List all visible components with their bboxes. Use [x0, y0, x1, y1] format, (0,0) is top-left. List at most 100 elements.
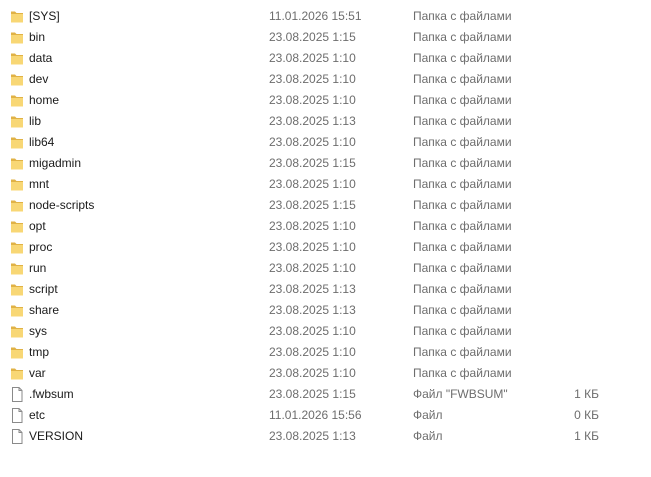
file-name[interactable]: bin: [29, 30, 45, 44]
file-type: Папка с файлами: [413, 135, 512, 149]
file-type: Папка с файлами: [413, 9, 512, 23]
file-date: 11.01.2026 15:56: [269, 408, 362, 422]
file-row[interactable]: migadmin 23.08.2025 1:15 Папка с файлами: [0, 153, 651, 174]
file-name[interactable]: tmp: [29, 345, 49, 359]
file-type: Файл "FWBSUM": [413, 387, 508, 401]
file-name[interactable]: opt: [29, 219, 46, 233]
file-name[interactable]: data: [29, 51, 52, 65]
file-type: Папка с файлами: [413, 51, 512, 65]
file-name[interactable]: migadmin: [29, 156, 81, 170]
file-row[interactable]: script 23.08.2025 1:13 Папка с файлами: [0, 279, 651, 300]
file-row[interactable]: VERSION 23.08.2025 1:13 Файл 1 КБ: [0, 426, 651, 447]
file-date: 23.08.2025 1:10: [269, 324, 356, 338]
folder-icon: [11, 11, 23, 23]
file-row[interactable]: lib64 23.08.2025 1:10 Папка с файлами: [0, 132, 651, 153]
file-type: Папка с файлами: [413, 240, 512, 254]
folder-icon: [11, 200, 23, 212]
file-name[interactable]: script: [29, 282, 58, 296]
folder-icon: [11, 347, 23, 359]
file-name[interactable]: mnt: [29, 177, 49, 191]
file-row[interactable]: etc 11.01.2026 15:56 Файл 0 КБ: [0, 405, 651, 426]
file-name[interactable]: etc: [29, 408, 45, 422]
file-row[interactable]: var 23.08.2025 1:10 Папка с файлами: [0, 363, 651, 384]
file-type: Папка с файлами: [413, 282, 512, 296]
folder-icon: [11, 53, 23, 65]
file-name[interactable]: dev: [29, 72, 48, 86]
folder-icon: [11, 158, 23, 170]
file-date: 23.08.2025 1:15: [269, 156, 356, 170]
file-type: Папка с файлами: [413, 72, 512, 86]
file-row[interactable]: .fwbsum 23.08.2025 1:15 Файл "FWBSUM" 1 КБ: [0, 384, 651, 405]
folder-icon: [11, 32, 23, 44]
file-row[interactable]: opt 23.08.2025 1:10 Папка с файлами: [0, 216, 651, 237]
folder-icon: [11, 368, 23, 380]
file-row[interactable]: home 23.08.2025 1:10 Папка с файлами: [0, 90, 651, 111]
file-name[interactable]: .fwbsum: [29, 387, 74, 401]
file-type: Папка с файлами: [413, 345, 512, 359]
folder-icon: [11, 326, 23, 338]
folder-icon: [11, 305, 23, 317]
file-row[interactable]: run 23.08.2025 1:10 Папка с файлами: [0, 258, 651, 279]
file-type: Папка с файлами: [413, 303, 512, 317]
file-date: 23.08.2025 1:10: [269, 345, 356, 359]
folder-icon: [11, 116, 23, 128]
file-row[interactable]: share 23.08.2025 1:13 Папка с файлами: [0, 300, 651, 321]
file-row[interactable]: mnt 23.08.2025 1:10 Папка с файлами: [0, 174, 651, 195]
folder-icon: [11, 95, 23, 107]
file-row[interactable]: dev 23.08.2025 1:10 Папка с файлами: [0, 69, 651, 90]
file-row[interactable]: proc 23.08.2025 1:10 Папка с файлами: [0, 237, 651, 258]
file-date: 11.01.2026 15:51: [269, 9, 362, 23]
file-type: Папка с файлами: [413, 177, 512, 191]
file-list: [SYS] 11.01.2026 15:51 Папка с файлами bin 2…: [0, 6, 651, 447]
file-icon: [12, 387, 23, 402]
folder-icon: [11, 263, 23, 275]
file-row[interactable]: sys 23.08.2025 1:10 Папка с файлами: [0, 321, 651, 342]
file-type: Файл: [413, 429, 443, 443]
file-name[interactable]: var: [29, 366, 46, 380]
file-type: Папка с файлами: [413, 198, 512, 212]
file-row[interactable]: data 23.08.2025 1:10 Папка с файлами: [0, 48, 651, 69]
file-date: 23.08.2025 1:13: [269, 282, 356, 296]
file-date: 23.08.2025 1:10: [269, 177, 356, 191]
file-row[interactable]: [SYS] 11.01.2026 15:51 Папка с файлами: [0, 6, 651, 27]
file-date: 23.08.2025 1:15: [269, 387, 356, 401]
file-date: 23.08.2025 1:13: [269, 303, 356, 317]
file-type: Папка с файлами: [413, 366, 512, 380]
file-row[interactable]: bin 23.08.2025 1:15 Папка с файлами: [0, 27, 651, 48]
file-date: 23.08.2025 1:15: [269, 198, 356, 212]
folder-icon: [11, 284, 23, 296]
file-name[interactable]: lib64: [29, 135, 54, 149]
file-name[interactable]: VERSION: [29, 429, 83, 443]
folder-icon: [11, 179, 23, 191]
folder-icon: [11, 137, 23, 149]
file-icon: [12, 408, 23, 423]
file-name[interactable]: [SYS]: [29, 9, 60, 23]
file-row[interactable]: tmp 23.08.2025 1:10 Папка с файлами: [0, 342, 651, 363]
file-type: Папка с файлами: [413, 30, 512, 44]
file-type: Папка с файлами: [413, 114, 512, 128]
file-name[interactable]: sys: [29, 324, 47, 338]
file-row[interactable]: lib 23.08.2025 1:13 Папка с файлами: [0, 111, 651, 132]
file-date: 23.08.2025 1:10: [269, 240, 356, 254]
file-date: 23.08.2025 1:10: [269, 219, 356, 233]
file-name[interactable]: node-scripts: [29, 198, 94, 212]
file-size: 1 КБ: [574, 387, 599, 401]
file-type: Папка с файлами: [413, 324, 512, 338]
folder-icon: [11, 242, 23, 254]
file-type: Папка с файлами: [413, 156, 512, 170]
file-type: Папка с файлами: [413, 261, 512, 275]
file-name[interactable]: lib: [29, 114, 41, 128]
file-name[interactable]: proc: [29, 240, 52, 254]
file-type: Файл: [413, 408, 443, 422]
file-name[interactable]: share: [29, 303, 59, 317]
file-row[interactable]: node-scripts 23.08.2025 1:15 Папка с файла…: [0, 195, 651, 216]
file-date: 23.08.2025 1:13: [269, 429, 356, 443]
file-date: 23.08.2025 1:15: [269, 30, 356, 44]
folder-icon: [11, 221, 23, 233]
file-size: 1 КБ: [574, 429, 599, 443]
file-date: 23.08.2025 1:10: [269, 366, 356, 380]
file-name[interactable]: home: [29, 93, 59, 107]
file-date: 23.08.2025 1:13: [269, 114, 356, 128]
file-name[interactable]: run: [29, 261, 46, 275]
file-size: 0 КБ: [574, 408, 599, 422]
